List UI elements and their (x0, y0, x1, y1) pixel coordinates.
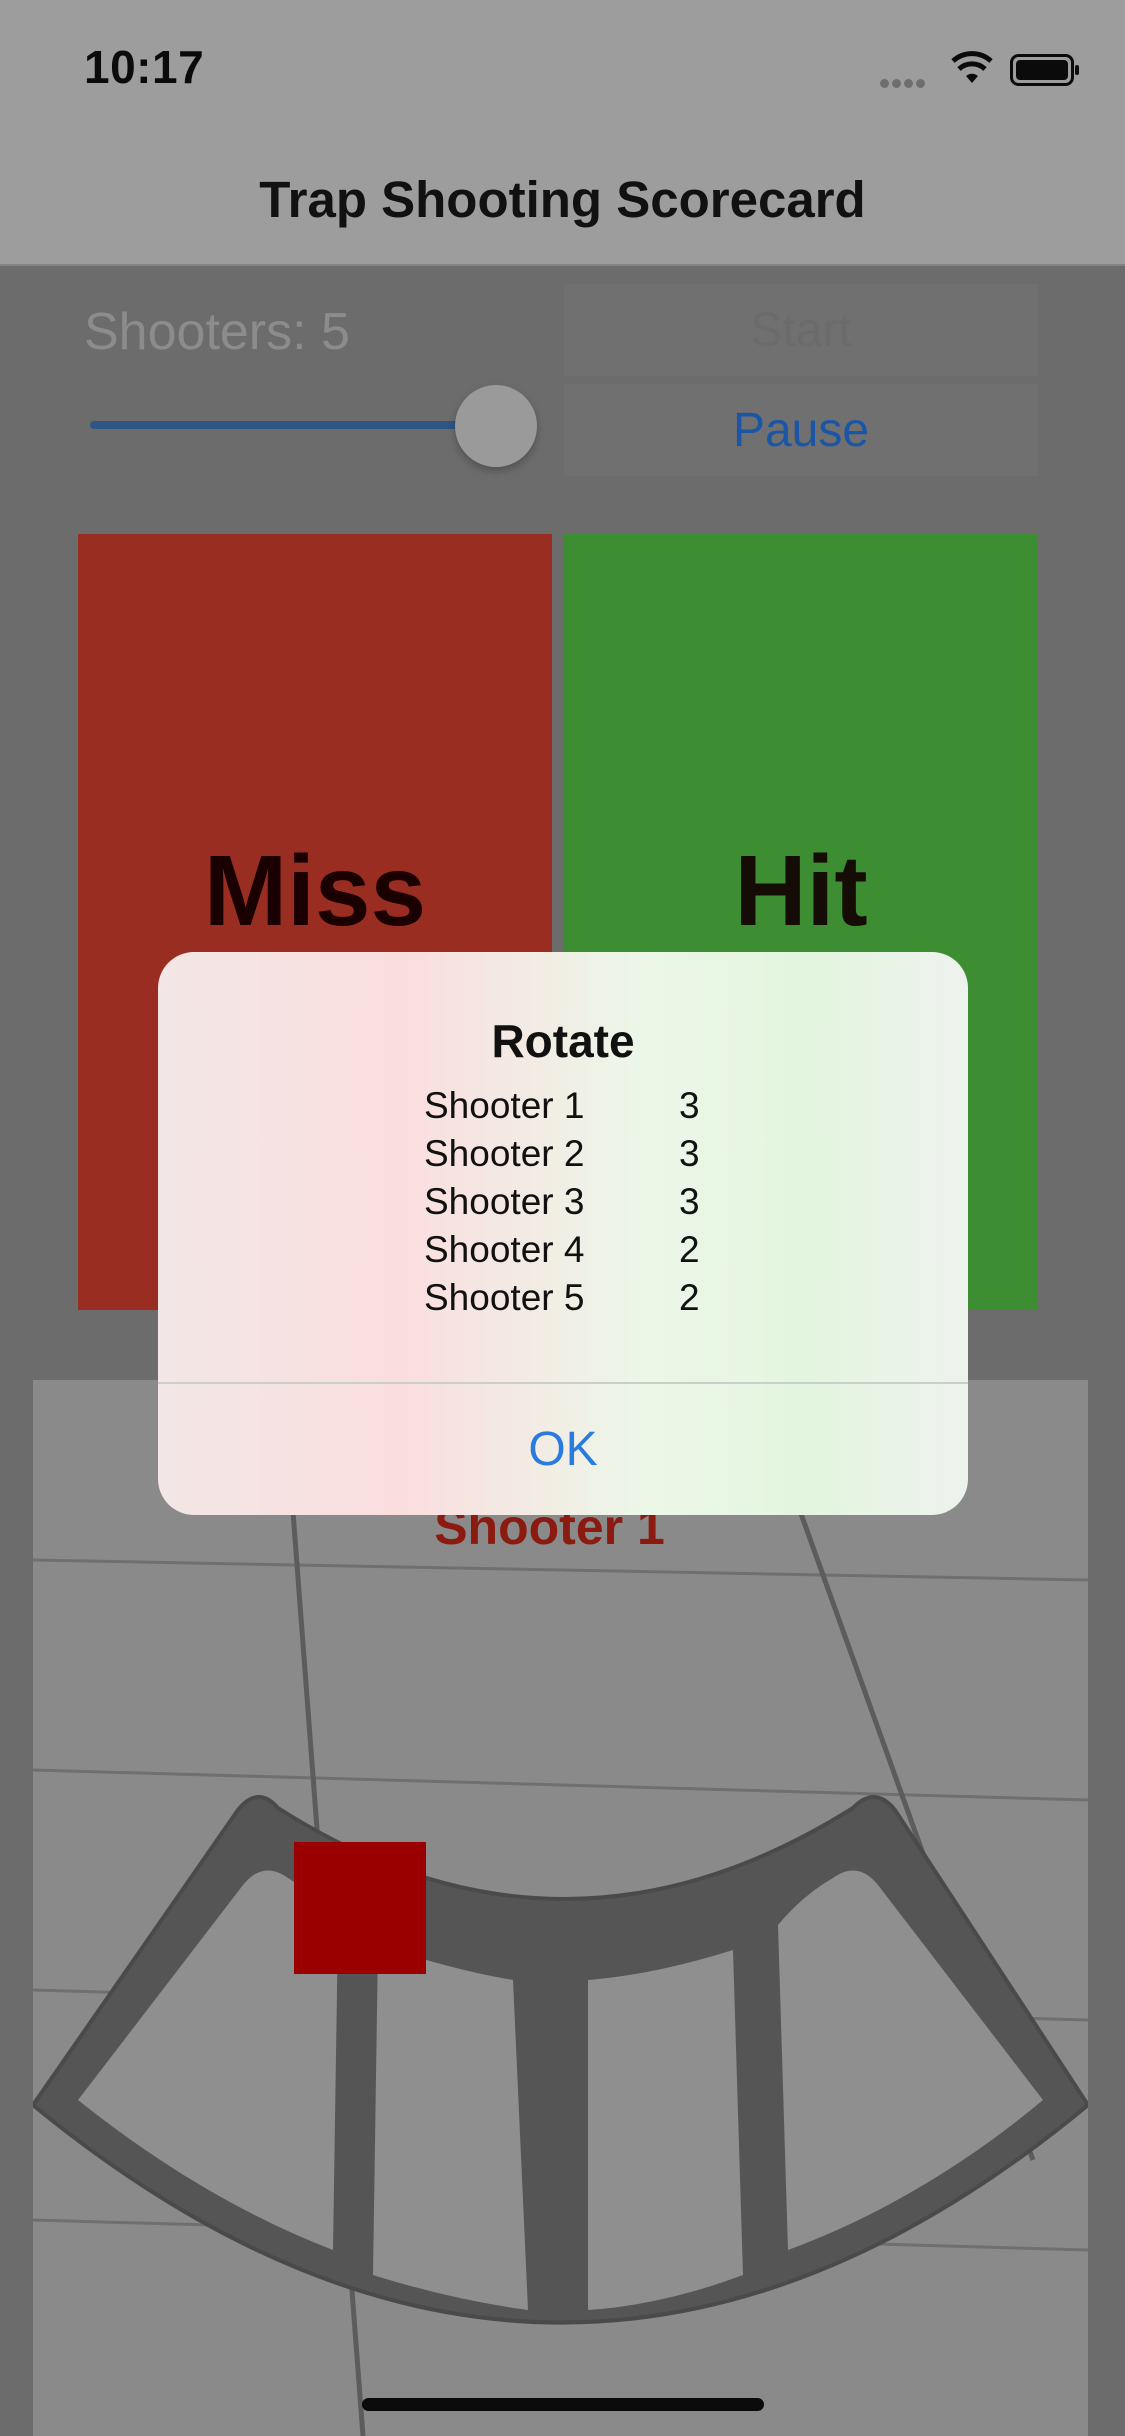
start-button-label: Start (750, 303, 852, 357)
list-item: Shooter 3 3 (424, 1178, 724, 1226)
home-indicator[interactable] (362, 2398, 764, 2411)
status-time: 10:17 (84, 41, 205, 93)
list-item: Shooter 2 3 (424, 1130, 724, 1178)
list-item: Shooter 1 3 (424, 1082, 724, 1130)
rotate-alert: Rotate Shooter 1 3 Shooter 2 3 Shooter 3… (158, 952, 968, 1515)
start-button[interactable]: Start (564, 284, 1038, 376)
list-item: Shooter 4 2 (424, 1226, 724, 1274)
battery-icon (1010, 54, 1079, 86)
shooter-name: Shooter 4 (424, 1229, 585, 1270)
miss-button-label: Miss (203, 835, 427, 947)
shooters-slider-thumb[interactable] (455, 385, 537, 467)
shooter-position-marker (294, 1842, 426, 1974)
shooters-slider-track[interactable] (90, 421, 498, 429)
shooter-name: Shooter 2 (424, 1133, 585, 1174)
shooter-score: 3 (679, 1085, 700, 1126)
shooter-name: Shooter 3 (424, 1181, 585, 1222)
pause-button-label: Pause (732, 403, 870, 457)
pause-button[interactable]: Pause (564, 384, 1038, 476)
shooter-score: 2 (679, 1277, 700, 1318)
shooters-count-label: Shooters: 5 (84, 303, 350, 361)
shooter-score: 3 (679, 1133, 700, 1174)
shooter-name: Shooter 5 (424, 1277, 585, 1318)
score-list: Shooter 1 3 Shooter 2 3 Shooter 3 3 Shoo… (424, 1082, 724, 1322)
shooter-score: 2 (679, 1229, 700, 1270)
shooter-score: 3 (679, 1181, 700, 1222)
list-item: Shooter 5 2 (424, 1274, 724, 1322)
alert-title: Rotate (491, 1015, 635, 1067)
page-title: Trap Shooting Scorecard (259, 171, 866, 228)
wifi-icon (951, 51, 993, 83)
hit-button-label: Hit (734, 835, 868, 947)
shooter-name: Shooter 1 (424, 1085, 585, 1126)
signal-icon (880, 75, 936, 88)
ok-button[interactable]: OK (158, 1384, 968, 1515)
